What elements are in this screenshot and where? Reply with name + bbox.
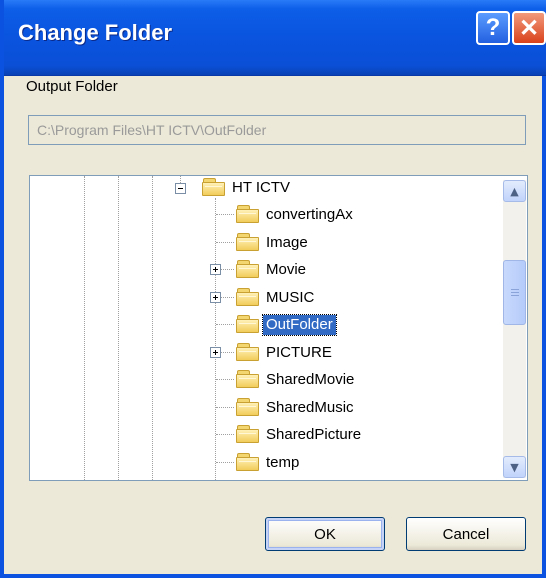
tree-node-movie[interactable]: Movie <box>263 260 309 280</box>
folder-icon <box>236 398 260 416</box>
cancel-button[interactable]: Cancel <box>406 517 526 551</box>
expand-toggle[interactable] <box>210 264 221 275</box>
folder-tree[interactable]: HT ICTV convertingAx Image Movie MUSIC OutFo… <box>29 175 528 481</box>
scroll-thumb[interactable] <box>503 260 526 325</box>
collapse-toggle[interactable] <box>175 183 186 194</box>
grip-line <box>511 289 519 290</box>
scroll-down-button[interactable]: ▼ <box>503 456 526 478</box>
tree-guide-line <box>215 198 216 480</box>
folder-icon <box>236 343 260 361</box>
tree-node-sharedmovie[interactable]: SharedMovie <box>263 370 357 390</box>
output-folder-label: Output Folder <box>26 78 118 95</box>
tree-node-convertingax[interactable]: convertingAx <box>263 205 356 225</box>
tree-guide-line <box>118 176 119 480</box>
tree-guide-line <box>216 434 234 435</box>
help-icon: ? <box>485 14 501 41</box>
grip-line <box>511 295 519 296</box>
tree-guide-line <box>216 462 234 463</box>
tree-guide-line <box>216 242 234 243</box>
tree-node-outfolder[interactable]: OutFolder <box>262 314 337 336</box>
expand-toggle[interactable] <box>210 292 221 303</box>
tree-scrollbar[interactable]: ▲ ▼ <box>503 180 526 478</box>
tree-guide-line <box>216 407 234 408</box>
close-icon: ✕ <box>518 14 540 42</box>
output-folder-path-field: C:\Program Files\HT ICTV\OutFolder <box>28 115 526 145</box>
tree-guide-line <box>84 176 85 480</box>
folder-icon <box>236 205 260 223</box>
expand-toggle[interactable] <box>210 347 221 358</box>
help-button[interactable]: ? <box>476 11 510 45</box>
tree-guide-line <box>216 214 234 215</box>
tree-guide-line <box>152 176 153 480</box>
folder-open-icon <box>202 178 226 196</box>
grip-line <box>511 292 519 293</box>
tree-node-image[interactable]: Image <box>263 233 311 253</box>
tree-guide-line <box>216 324 234 325</box>
close-button[interactable]: ✕ <box>512 11 546 45</box>
folder-icon <box>236 233 260 251</box>
scroll-up-button[interactable]: ▲ <box>503 180 526 202</box>
arrow-down-icon: ▼ <box>510 460 519 474</box>
title-bar[interactable]: Change Folder ? ✕ <box>4 0 546 76</box>
folder-icon <box>236 453 260 471</box>
tree-guide-line <box>216 379 234 380</box>
folder-icon <box>236 425 260 443</box>
folder-icon <box>236 370 260 388</box>
tree-node-sharedpicture[interactable]: SharedPicture <box>263 425 364 445</box>
folder-icon <box>236 315 260 333</box>
arrow-up-icon: ▲ <box>510 184 519 198</box>
dialog-title: Change Folder <box>18 20 173 45</box>
tree-node-ht-ictv[interactable]: HT ICTV <box>229 178 293 198</box>
tree-node-picture[interactable]: PICTURE <box>263 343 335 363</box>
tree-node-music[interactable]: MUSIC <box>263 288 317 308</box>
folder-icon <box>236 260 260 278</box>
tree-node-sharedmusic[interactable]: SharedMusic <box>263 398 357 418</box>
ok-button[interactable]: OK <box>265 517 385 551</box>
tree-node-temp[interactable]: temp <box>263 453 302 473</box>
folder-icon <box>236 288 260 306</box>
